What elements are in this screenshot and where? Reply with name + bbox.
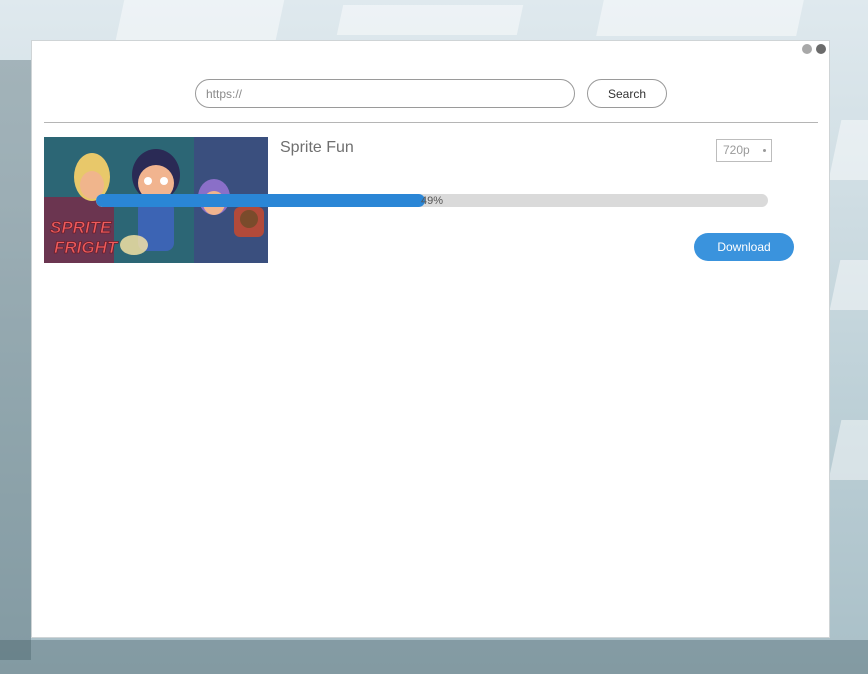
download-progress-label: 49%	[421, 195, 444, 207]
download-progress-fill	[96, 194, 426, 207]
downloader-window: Search SPRITE FRIGHT Sprite Fun	[31, 40, 830, 638]
search-button[interactable]: Search	[587, 79, 667, 108]
quality-select[interactable]: 720p	[716, 139, 772, 162]
url-input[interactable]	[195, 79, 575, 108]
thumbnail-logo-fright: FRIGHT	[54, 238, 119, 257]
download-button[interactable]: Download	[694, 233, 794, 261]
divider	[44, 122, 818, 123]
minimize-icon[interactable]	[802, 44, 812, 54]
quality-value: 720p	[723, 143, 750, 157]
close-icon[interactable]	[816, 44, 826, 54]
video-title: Sprite Fun	[280, 139, 354, 156]
thumbnail-logo-sprite: SPRITE	[50, 218, 112, 237]
dropdown-dot-icon	[763, 149, 766, 152]
